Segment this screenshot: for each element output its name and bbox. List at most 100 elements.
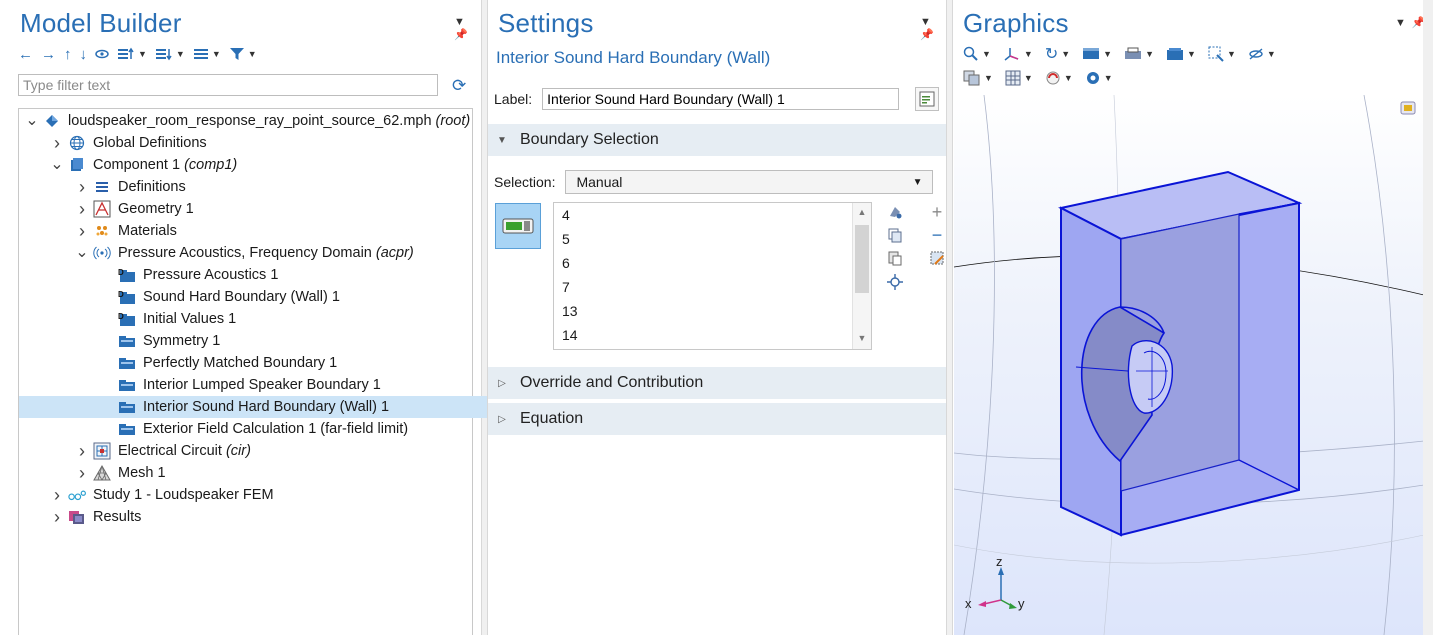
tree-item[interactable]: ⌄ Component 1 (comp1) — [19, 154, 503, 176]
boundary-list[interactable]: 4 5 6 7 13 14 ▲ ▼ — [553, 202, 872, 350]
chevron-right-icon[interactable]: › — [75, 177, 89, 198]
tree-item[interactable]: D Pressure Acoustics 1 — [19, 264, 553, 286]
zoom-icon[interactable]: ▼ — [963, 44, 991, 64]
chevron-down-icon[interactable]: ▼ — [984, 73, 993, 83]
override-contribution-section[interactable]: ▷ Override and Contribution — [488, 367, 946, 399]
print-icon[interactable]: ▼ — [1124, 44, 1154, 64]
chevron-down-icon[interactable]: ▼ — [1267, 49, 1276, 59]
list-item[interactable]: 6 — [562, 255, 570, 271]
tree-item[interactable]: ⌄ loudspeaker_room_response_ray_point_sou… — [19, 110, 478, 132]
rotate-icon[interactable]: ↻ ▼ — [1045, 44, 1070, 64]
chevron-down-icon[interactable]: ▼ — [1104, 73, 1113, 83]
chevron-down-icon[interactable]: ⌄ — [25, 113, 39, 129]
expand-icon[interactable]: ▼ — [155, 44, 185, 64]
collapse-icon[interactable]: ▼ — [117, 44, 147, 64]
chevron-down-icon[interactable]: ▼ — [138, 49, 147, 59]
list-item[interactable]: 4 — [562, 207, 570, 223]
chevron-down-icon[interactable]: ⌄ — [50, 157, 64, 173]
back-arrow-icon[interactable]: ← — [18, 44, 33, 64]
select-object-icon[interactable]: ▼ — [1082, 44, 1112, 64]
zoom-to-selection-icon[interactable] — [886, 273, 904, 291]
list-item[interactable]: 7 — [562, 279, 570, 295]
chevron-down-icon[interactable]: ▼ — [248, 49, 257, 59]
chevron-down-icon[interactable]: ▼ — [1024, 73, 1033, 83]
filter-icon[interactable]: ▼ — [229, 44, 257, 64]
camera-icon[interactable]: ▼ — [1085, 68, 1113, 88]
move-down-icon[interactable]: ↓ — [80, 44, 88, 64]
boundary-selection-section[interactable]: ▼ Boundary Selection — [488, 124, 946, 156]
panel-menu-icon[interactable]: ▼ — [454, 16, 465, 28]
pin-icon[interactable]: 📌 — [454, 29, 468, 41]
panel-menu-icon[interactable]: ▼ — [920, 16, 931, 28]
chevron-right-icon[interactable]: › — [75, 463, 89, 484]
panel-menu-icon[interactable]: ▼ — [1395, 17, 1406, 29]
paste-icon[interactable] — [886, 249, 904, 267]
tree-item[interactable]: D Initial Values 1 — [19, 308, 553, 330]
clear-selection-icon[interactable] — [928, 249, 946, 267]
equation-section[interactable]: ▷ Equation — [488, 403, 946, 435]
tree-item[interactable]: Interior Sound Hard Boundary (Wall) 1 — [19, 396, 553, 418]
selection-dropdown[interactable]: Manual ▼ — [565, 170, 934, 194]
hide-icon[interactable]: ▼ — [1248, 44, 1276, 64]
tree-item[interactable]: › Materials — [19, 220, 528, 242]
list-scrollbar[interactable]: ▲ ▼ — [852, 203, 871, 349]
chevron-down-icon[interactable]: ▼ — [1103, 49, 1112, 59]
tree-item[interactable]: › Study 1 - Loudspeaker FEM — [19, 484, 503, 506]
remove-icon[interactable]: − — [928, 226, 946, 244]
tree-item[interactable]: › Results — [19, 506, 503, 528]
tree-item[interactable]: Exterior Field Calculation 1 (far-field … — [19, 418, 553, 440]
tree-item[interactable]: › Global Definitions — [19, 132, 503, 154]
grid-icon[interactable]: ▼ — [1005, 68, 1033, 88]
chevron-down-icon[interactable]: ▼ — [1145, 49, 1154, 59]
chevron-down-icon[interactable]: ▼ — [212, 49, 221, 59]
tree-item[interactable]: Interior Lumped Speaker Boundary 1 — [19, 374, 553, 396]
tree-item[interactable]: Symmetry 1 — [19, 330, 553, 352]
label-input[interactable] — [542, 88, 900, 110]
tree-item[interactable]: Perfectly Matched Boundary 1 — [19, 352, 553, 374]
chevron-right-icon[interactable]: › — [75, 441, 89, 462]
move-up-icon[interactable]: ↑ — [64, 44, 72, 64]
list-view-icon[interactable]: ▼ — [193, 44, 221, 64]
chevron-up-icon[interactable]: ▲ — [853, 207, 871, 217]
filter-input[interactable] — [18, 74, 438, 96]
forward-arrow-icon[interactable]: → — [41, 44, 56, 64]
tree-item[interactable]: › Definitions — [19, 176, 528, 198]
chevron-right-icon[interactable]: › — [50, 133, 64, 154]
tree-item[interactable]: › Geometry 1 — [19, 198, 528, 220]
graphics-viewport[interactable]: z x y — [954, 95, 1425, 635]
add-icon[interactable]: + — [928, 202, 946, 222]
chevron-down-icon[interactable]: ▼ — [853, 333, 871, 343]
views-icon[interactable]: ▼ — [963, 68, 993, 88]
axis-icon[interactable]: ▼ — [1003, 44, 1033, 64]
chevron-down-icon[interactable]: ▼ — [1024, 49, 1033, 59]
render-icon[interactable]: ▼ — [1045, 68, 1073, 88]
tree-item[interactable]: ⌄ Pressure Acoustics, Frequency Domain (a… — [19, 242, 528, 264]
chevron-right-icon[interactable]: › — [75, 221, 89, 242]
list-item[interactable]: 5 — [562, 231, 570, 247]
chevron-down-icon[interactable]: ▼ — [982, 49, 991, 59]
tree-item[interactable]: › Mesh 1 — [19, 462, 528, 484]
edit-label-button[interactable] — [915, 87, 939, 111]
tree-item[interactable]: D Sound Hard Boundary (Wall) 1 — [19, 286, 553, 308]
tree-item[interactable]: › Electrical Circuit (cir) — [19, 440, 528, 462]
zoom-box-icon[interactable]: ▼ — [1208, 44, 1236, 64]
copy-icon[interactable] — [886, 226, 904, 244]
chevron-down-icon[interactable]: ⌄ — [75, 245, 89, 261]
chevron-right-icon[interactable]: › — [50, 485, 64, 506]
show-icon[interactable] — [95, 44, 109, 64]
chevron-right-icon[interactable]: › — [50, 507, 64, 528]
pin-icon[interactable]: 📌 — [920, 29, 934, 41]
chevron-down-icon[interactable]: ▼ — [1187, 49, 1196, 59]
list-item[interactable]: 14 — [562, 327, 578, 343]
chevron-down-icon[interactable]: ▼ — [1064, 73, 1073, 83]
chevron-down-icon[interactable]: ▼ — [1061, 49, 1070, 59]
window-scrollbar[interactable] — [1423, 0, 1433, 635]
refresh-icon[interactable]: ⟳ — [452, 76, 466, 96]
chevron-down-icon[interactable]: ▼ — [1227, 49, 1236, 59]
chevron-down-icon[interactable]: ▼ — [176, 49, 185, 59]
active-toggle-button[interactable] — [495, 203, 541, 249]
scroll-thumb[interactable] — [855, 225, 869, 293]
list-item[interactable]: 13 — [562, 303, 578, 319]
scene-icon[interactable]: ▼ — [1166, 44, 1196, 64]
paint-select-icon[interactable] — [886, 203, 904, 221]
